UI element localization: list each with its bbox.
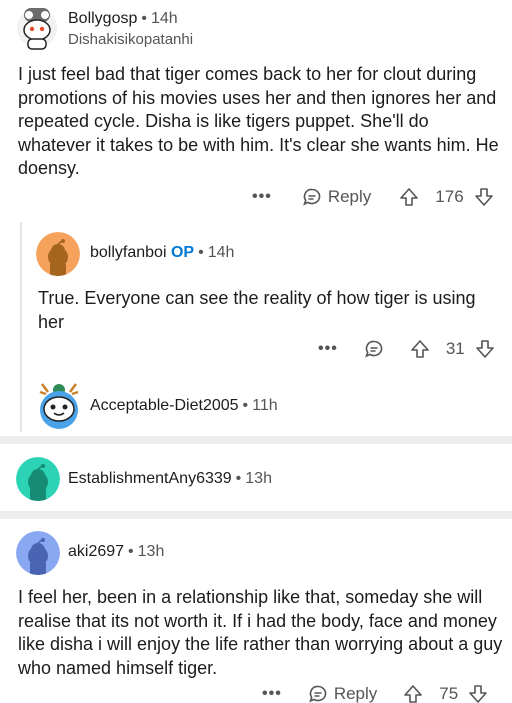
reply-icon: [302, 188, 321, 206]
reply-button[interactable]: [364, 339, 384, 359]
vote-controls: 176: [399, 187, 493, 207]
avatar-establishment[interactable]: [16, 457, 60, 501]
more-options-button[interactable]: •••: [318, 340, 338, 358]
comment-actions: ••• Reply 176: [252, 187, 494, 207]
username-text[interactable]: bollyfanboi: [90, 244, 167, 261]
username-text[interactable]: Bollygosp: [68, 10, 137, 27]
username-text[interactable]: aki2697: [68, 543, 124, 560]
comment-actions: ••• 31: [318, 339, 495, 359]
upvote-icon[interactable]: [410, 339, 430, 359]
vote-controls: 75: [403, 684, 488, 703]
avatar-bollygosp[interactable]: [16, 4, 58, 50]
separator: •: [128, 543, 134, 560]
upvote-icon[interactable]: [403, 684, 423, 703]
more-options-button[interactable]: •••: [262, 685, 282, 703]
comment-body: True. Everyone can see the reality of ho…: [38, 288, 476, 332]
vote-score: 31: [445, 339, 465, 358]
comment-body: I just feel bad that tiger comes back to…: [18, 64, 499, 178]
more-options-button[interactable]: •••: [252, 188, 272, 206]
separator: •: [141, 10, 147, 27]
reply-label[interactable]: Reply: [334, 684, 377, 703]
comment-username[interactable]: Bollygosp • 14h: [68, 10, 178, 28]
comment-username[interactable]: Acceptable-Diet2005 • 11h: [90, 397, 278, 415]
op-badge: OP: [170, 244, 195, 261]
comment-username[interactable]: bollyfanboi OP • 14h: [90, 244, 234, 262]
user-flair: Dishakisikopatanhi: [68, 31, 194, 48]
timestamp: 11h: [252, 397, 278, 414]
comment-divider: [0, 511, 512, 519]
reply-icon: [308, 685, 327, 703]
avatar-aki2697[interactable]: [16, 531, 60, 575]
avatar-acceptable-diet[interactable]: [36, 378, 82, 432]
timestamp: 14h: [150, 10, 178, 27]
comment-actions: ••• Reply 75: [262, 684, 488, 703]
timestamp: 13h: [137, 543, 165, 560]
username-text[interactable]: EstablishmentAny6339: [68, 470, 232, 487]
comment-body: I feel her, been in a relationship like …: [18, 587, 503, 678]
separator: •: [242, 397, 249, 414]
timestamp: 13h: [245, 470, 272, 487]
comment-username[interactable]: EstablishmentAny6339 • 13h: [68, 470, 272, 488]
reply-button[interactable]: Reply: [308, 684, 377, 703]
timestamp: 14h: [207, 244, 235, 261]
vote-controls: 31: [410, 339, 495, 359]
username-text[interactable]: Acceptable-Diet2005: [90, 397, 239, 414]
upvote-icon[interactable]: [399, 187, 419, 207]
comment-divider: [0, 436, 512, 444]
downvote-icon[interactable]: [475, 339, 495, 359]
separator: •: [235, 470, 242, 487]
thread-line[interactable]: [20, 222, 22, 432]
vote-score: 176: [435, 187, 464, 206]
avatar-bollyfanboi[interactable]: [36, 232, 80, 276]
reply-label[interactable]: Reply: [328, 187, 371, 207]
vote-score: 75: [439, 684, 459, 703]
separator: •: [198, 244, 204, 261]
downvote-icon[interactable]: [468, 684, 488, 703]
reply-icon: [364, 340, 383, 358]
comment-username[interactable]: aki2697 • 13h: [68, 543, 164, 561]
downvote-icon[interactable]: [474, 187, 494, 207]
reply-button[interactable]: Reply: [302, 187, 371, 207]
